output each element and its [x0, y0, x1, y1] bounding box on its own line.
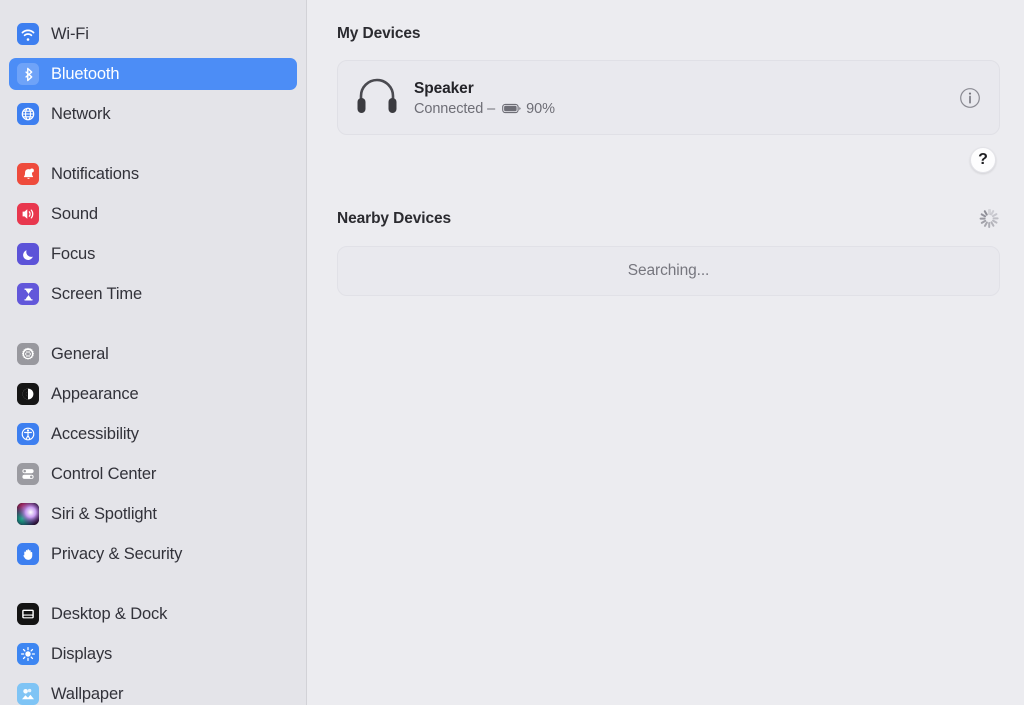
sidebar-item-label: Accessibility: [51, 424, 139, 443]
loading-spinner-icon: [979, 208, 1000, 229]
battery-icon: [502, 103, 521, 114]
sidebar-item-bluetooth[interactable]: Bluetooth: [9, 58, 297, 90]
page-title: My Devices: [337, 25, 421, 42]
sound-speaker-icon: [17, 203, 39, 225]
help-row: ?: [337, 147, 1000, 173]
sidebar-item-displays[interactable]: Displays: [9, 638, 297, 670]
sidebar-item-label: Desktop & Dock: [51, 604, 168, 623]
info-circle-icon[interactable]: [959, 87, 981, 109]
searching-status-box: Searching...: [337, 246, 1000, 296]
appearance-contrast-icon: [17, 383, 39, 405]
control-center-icon: [17, 463, 39, 485]
sidebar-item-label: Sound: [51, 204, 98, 223]
sidebar-item-control-center[interactable]: Control Center: [9, 458, 297, 490]
sidebar-divider: [0, 318, 306, 338]
sidebar-item-general[interactable]: General: [9, 338, 297, 370]
sidebar-item-label: Wallpaper: [51, 684, 124, 703]
nearby-devices-header: Nearby Devices: [337, 208, 1000, 229]
sidebar-item-label: Screen Time: [51, 284, 142, 303]
device-name: Speaker: [414, 79, 474, 97]
sidebar-item-notifications[interactable]: Notifications: [9, 158, 297, 190]
sidebar-item-label: Appearance: [51, 384, 139, 403]
my-devices-header: My Devices: [337, 25, 1000, 43]
displays-sun-icon: [17, 643, 39, 665]
bluetooth-settings-pane: My Devices Speaker Connected – 90% ? Nea…: [307, 0, 1024, 705]
privacy-hand-icon: [17, 543, 39, 565]
sidebar-item-label: Wi-Fi: [51, 24, 89, 43]
device-info: Speaker Connected – 90%: [414, 79, 959, 117]
sidebar-item-label: Network: [51, 104, 111, 123]
sidebar-item-desktop-dock[interactable]: Desktop & Dock: [9, 598, 297, 630]
sidebar-divider: [0, 138, 306, 158]
headphones-icon: [355, 75, 399, 120]
settings-sidebar[interactable]: Wi-Fi Bluetooth Network Notifications So…: [0, 0, 307, 705]
my-devices-card: Speaker Connected – 90%: [337, 60, 1000, 135]
help-button[interactable]: ?: [970, 147, 996, 173]
sidebar-group-system-alerts: Notifications Sound Focus Screen Time: [0, 158, 306, 310]
sidebar-item-label: Privacy & Security: [51, 544, 183, 563]
sidebar-item-screen-time[interactable]: Screen Time: [9, 278, 297, 310]
wallpaper-icon: [17, 683, 39, 705]
device-row-speaker[interactable]: Speaker Connected – 90%: [338, 61, 999, 134]
sidebar-divider: [0, 578, 306, 598]
siri-orb-icon: [17, 503, 39, 525]
sidebar-item-wallpaper[interactable]: Wallpaper: [9, 678, 297, 705]
sidebar-item-privacy-security[interactable]: Privacy & Security: [9, 538, 297, 570]
screen-time-hourglass-icon: [17, 283, 39, 305]
sidebar-item-siri-spotlight[interactable]: Siri & Spotlight: [9, 498, 297, 530]
network-globe-icon: [17, 103, 39, 125]
battery-level: 90%: [526, 100, 555, 117]
sidebar-group-personal: General Appearance Accessibility Control…: [0, 338, 306, 570]
sidebar-item-sound[interactable]: Sound: [9, 198, 297, 230]
sidebar-item-appearance[interactable]: Appearance: [9, 378, 297, 410]
system-settings-window: Wi-Fi Bluetooth Network Notifications So…: [0, 0, 1024, 705]
focus-moon-icon: [17, 243, 39, 265]
general-gear-icon: [17, 343, 39, 365]
accessibility-icon: [17, 423, 39, 445]
desktop-dock-icon: [17, 603, 39, 625]
sidebar-group-appearance: Desktop & Dock Displays Wallpaper: [0, 598, 306, 705]
sidebar-item-label: Displays: [51, 644, 113, 663]
notifications-bell-icon: [17, 163, 39, 185]
sidebar-item-wi-fi[interactable]: Wi-Fi: [9, 18, 297, 50]
wifi-icon: [17, 23, 39, 45]
device-status: Connected – 90%: [414, 101, 959, 117]
searching-label: Searching...: [627, 262, 710, 279]
device-status-text: Connected –: [414, 100, 496, 117]
nearby-devices-title: Nearby Devices: [337, 209, 452, 227]
sidebar-item-label: General: [51, 344, 109, 363]
sidebar-item-accessibility[interactable]: Accessibility: [9, 418, 297, 450]
sidebar-item-label: Notifications: [51, 164, 139, 183]
sidebar-item-network[interactable]: Network: [9, 98, 297, 130]
sidebar-item-label: Control Center: [51, 464, 157, 483]
sidebar-group-network: Wi-Fi Bluetooth Network: [0, 18, 306, 130]
sidebar-item-label: Bluetooth: [51, 64, 120, 83]
bluetooth-icon: [17, 63, 39, 85]
sidebar-item-label: Focus: [51, 244, 96, 263]
sidebar-item-focus[interactable]: Focus: [9, 238, 297, 270]
sidebar-item-label: Siri & Spotlight: [51, 504, 157, 523]
